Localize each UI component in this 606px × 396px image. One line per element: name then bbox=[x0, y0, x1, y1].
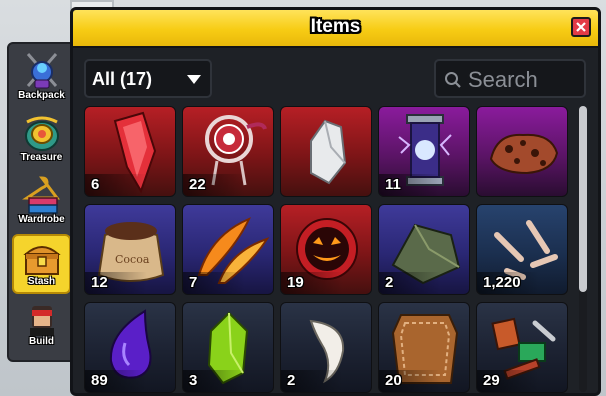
sidebar-item-backpack[interactable]: Backpack bbox=[12, 48, 71, 108]
sidebar-item-build[interactable]: Build bbox=[12, 296, 71, 356]
sidebar-item-label: Build bbox=[29, 336, 54, 347]
sidebar-item-label: Stash bbox=[27, 276, 56, 287]
sidebar-item-stash[interactable]: Stash bbox=[12, 234, 71, 294]
item-slot-green-crystal[interactable]: 3 bbox=[182, 302, 274, 393]
item-grid: 6 22 11 Cocoa 12 7 19 2 1,220 89 3 2 20 … bbox=[84, 106, 574, 393]
close-icon bbox=[576, 22, 586, 32]
close-button[interactable] bbox=[571, 17, 591, 37]
item-slot-fire-feathers[interactable]: 7 bbox=[182, 204, 274, 295]
sidebar: Backpack Treasure Wardrobe Stash Build bbox=[7, 42, 76, 362]
search-box bbox=[434, 59, 586, 98]
item-slot-dreamcatcher[interactable]: 22 bbox=[182, 106, 274, 197]
item-count: 7 bbox=[189, 274, 198, 291]
item-count: 19 bbox=[287, 274, 304, 291]
volcanic-rock-icon bbox=[489, 133, 559, 175]
filter-selected-value: All (17) bbox=[92, 69, 153, 89]
item-count: 12 bbox=[91, 274, 108, 291]
item-count: 1,220 bbox=[483, 274, 521, 291]
backpack-icon bbox=[26, 53, 57, 89]
item-slot-mossy-rock[interactable]: 2 bbox=[378, 204, 470, 295]
sidebar-item-wardrobe[interactable]: Wardrobe bbox=[12, 172, 71, 232]
items-window: Items All (17) 6 bbox=[70, 7, 601, 396]
scrollbar-thumb[interactable] bbox=[579, 106, 587, 292]
stash-icon bbox=[22, 246, 61, 275]
sidebar-item-label: Backpack bbox=[18, 90, 65, 101]
search-input[interactable] bbox=[466, 65, 585, 94]
item-slot-jack-o-lantern-orb[interactable]: 19 bbox=[280, 204, 372, 295]
filter-dropdown[interactable]: All (17) bbox=[84, 59, 212, 98]
item-slot-scrap-parts[interactable]: 29 bbox=[476, 302, 568, 393]
search-icon bbox=[445, 72, 461, 88]
item-count: 11 bbox=[385, 176, 401, 193]
item-count: 6 bbox=[91, 176, 100, 193]
title-bar: Items bbox=[73, 10, 598, 48]
sidebar-item-label: Wardrobe bbox=[18, 214, 65, 225]
sidebar-item-treasure[interactable]: Treasure bbox=[12, 110, 71, 170]
treasure-icon bbox=[24, 116, 59, 151]
item-slot-white-stone[interactable] bbox=[280, 106, 372, 197]
item-slot-purple-drop[interactable]: 89 bbox=[84, 302, 176, 393]
window-title: Items bbox=[310, 16, 361, 37]
item-slot-cocoa-sack[interactable]: Cocoa 12 bbox=[84, 204, 176, 295]
item-slot-bones[interactable]: 1,220 bbox=[476, 204, 568, 295]
item-count: 29 bbox=[483, 372, 500, 389]
chevron-down-icon bbox=[187, 75, 201, 84]
item-slot-leather[interactable]: 20 bbox=[378, 302, 470, 393]
item-slot-volcanic-rock[interactable] bbox=[476, 106, 568, 197]
sidebar-item-label: Treasure bbox=[20, 152, 63, 163]
item-count: 3 bbox=[189, 372, 198, 389]
item-count: 89 bbox=[91, 372, 108, 389]
item-slot-white-fang[interactable]: 2 bbox=[280, 302, 372, 393]
item-count: 22 bbox=[189, 176, 206, 193]
item-count: 2 bbox=[385, 274, 394, 291]
item-count: 20 bbox=[385, 372, 402, 389]
build-icon bbox=[29, 306, 54, 336]
scrollbar[interactable] bbox=[579, 106, 587, 392]
item-slot-lightning-hourglass[interactable]: 11 bbox=[378, 106, 470, 197]
white-stone-icon bbox=[310, 119, 347, 185]
svg-text:Cocoa: Cocoa bbox=[115, 253, 150, 266]
item-count: 2 bbox=[287, 372, 296, 389]
item-slot-red-crystal[interactable]: 6 bbox=[84, 106, 176, 197]
wardrobe-icon bbox=[21, 176, 60, 214]
